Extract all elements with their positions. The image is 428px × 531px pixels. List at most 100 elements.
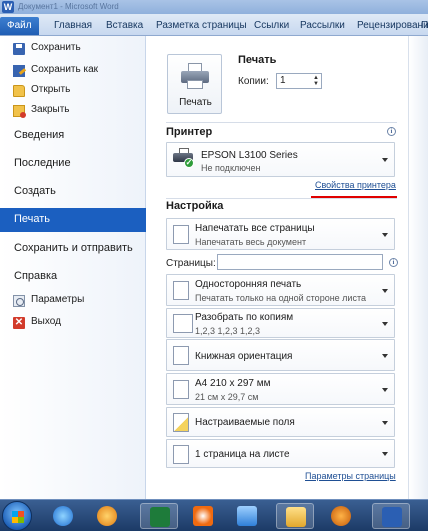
pages-stack-icon: [173, 225, 189, 244]
collate-label: Разобрать по копиям: [195, 312, 294, 323]
copies-label: Копии:: [238, 76, 269, 87]
close-label: Закрыть: [31, 104, 70, 115]
orientation-dropdown[interactable]: Книжная ориентация: [166, 339, 395, 371]
paper-size-dropdown[interactable]: A4 210 x 297 мм 21 см x 29,7 см: [166, 373, 395, 405]
collate-dropdown[interactable]: Разобрать по копиям 1,2,3 1,2,3 1,2,3: [166, 308, 395, 338]
fox-app-icon: [331, 506, 351, 526]
ie-icon: [53, 506, 73, 526]
chevron-down-icon: [382, 289, 388, 293]
copies-input[interactable]: 1 ▲ ▼: [276, 73, 322, 89]
margins-dropdown[interactable]: Настраиваемые поля: [166, 407, 395, 437]
nav-new[interactable]: Создать: [0, 180, 146, 204]
preview-edge: [408, 36, 428, 499]
media-center-icon: [193, 506, 213, 526]
tab-page-layout[interactable]: Разметка страницы: [156, 17, 247, 35]
print-button[interactable]: Печать: [167, 54, 222, 114]
collate-icon: [173, 314, 193, 333]
tab-home[interactable]: Главная: [54, 17, 92, 35]
options-command[interactable]: Параметры: [0, 292, 146, 310]
nav-info[interactable]: Сведения: [0, 124, 146, 148]
chevron-down-icon: [382, 158, 388, 162]
page-setup-link[interactable]: Параметры страницы: [305, 471, 396, 481]
divider: [166, 122, 397, 123]
divider: [166, 198, 397, 199]
nav-help[interactable]: Справка: [0, 265, 146, 289]
save-label: Сохранить: [31, 42, 81, 53]
print-range-label: Напечатать все страницы: [195, 223, 315, 234]
excel-icon: [150, 507, 170, 527]
tab-review[interactable]: Рецензирование: [357, 17, 428, 35]
taskbar-media-center[interactable]: [184, 503, 222, 529]
printer-heading: Принтер: [166, 126, 213, 138]
start-orb[interactable]: [2, 501, 32, 531]
save-as-command[interactable]: Сохранить как: [0, 62, 146, 80]
save-as-icon: [13, 65, 25, 77]
nav-recent[interactable]: Последние: [0, 152, 146, 176]
portrait-icon: [173, 346, 189, 365]
save-icon: [13, 43, 25, 55]
exit-command[interactable]: ✕ Выход: [0, 314, 146, 332]
tab-insert[interactable]: Вставка: [106, 17, 143, 35]
nav-new-label: Создать: [14, 185, 56, 197]
nav-save-send[interactable]: Сохранить и отправить: [0, 237, 146, 261]
exit-icon: ✕: [13, 317, 25, 329]
taskbar-word[interactable]: [372, 503, 410, 529]
pages-per-sheet-label: 1 страница на листе: [195, 449, 290, 460]
paper-size-desc: 21 см x 29,7 см: [195, 392, 259, 402]
window-title: Документ1 - Microsoft Word: [18, 2, 119, 11]
title-bar: W Документ1 - Microsoft Word: [0, 0, 428, 14]
options-label: Параметры: [31, 294, 85, 305]
word-app-icon[interactable]: W: [2, 1, 14, 13]
taskbar-media-player[interactable]: [88, 503, 126, 529]
taskbar-fox-app[interactable]: [322, 503, 360, 529]
taskbar-ie[interactable]: [44, 503, 82, 529]
taskbar-excel[interactable]: [140, 503, 178, 529]
paper-size-icon: [173, 380, 189, 399]
chevron-down-icon: [382, 354, 388, 358]
info-icon[interactable]: i: [389, 258, 398, 267]
save-as-label: Сохранить как: [31, 64, 99, 75]
pages-per-sheet-dropdown[interactable]: 1 страница на листе: [166, 439, 395, 468]
tab-more[interactable]: П: [421, 17, 428, 35]
backstage-nav: Сохранить Сохранить как Открыть Закрыть …: [0, 36, 157, 499]
pages-label: Страницы:: [166, 258, 216, 269]
ribbon-tabs: Файл Главная Вставка Разметка страницы С…: [0, 14, 428, 36]
save-command[interactable]: Сохранить: [0, 40, 146, 58]
chevron-down-icon: [382, 233, 388, 237]
tab-mailings[interactable]: Рассылки: [300, 17, 345, 35]
exit-label: Выход: [31, 316, 61, 327]
printer-status: Не подключен: [201, 163, 261, 173]
printer-properties-link[interactable]: Свойства принтера: [315, 180, 396, 190]
word-icon: [382, 507, 402, 527]
open-label: Открыть: [31, 84, 71, 95]
print-button-label: Печать: [179, 97, 212, 108]
printer-dropdown[interactable]: ✓ EPSON L3100 Series Не подключен: [166, 142, 395, 177]
sides-desc: Печатать только на одной стороне листа: [195, 293, 366, 303]
printer-icon: [181, 63, 209, 89]
nav-recent-label: Последние: [14, 157, 71, 169]
taskbar-folder[interactable]: [276, 503, 314, 529]
pages-input[interactable]: [217, 254, 383, 270]
open-command[interactable]: Открыть: [0, 82, 146, 100]
nav-info-label: Сведения: [14, 129, 65, 141]
printer-name: EPSON L3100 Series: [201, 150, 298, 161]
print-heading: Печать: [238, 54, 277, 66]
close-document-icon: [13, 105, 26, 118]
nav-print[interactable]: Печать: [0, 208, 157, 232]
copies-down-icon[interactable]: ▼: [312, 81, 320, 87]
nav-print-label: Печать: [14, 213, 51, 225]
one-sided-icon: [173, 281, 189, 300]
info-icon[interactable]: i: [387, 127, 396, 136]
paper-size-label: A4 210 x 297 мм: [195, 378, 271, 389]
close-command[interactable]: Закрыть: [0, 102, 146, 120]
chevron-down-icon: [382, 388, 388, 392]
folder-icon: [286, 507, 306, 527]
sides-dropdown[interactable]: Односторонняя печать Печатать только на …: [166, 274, 395, 306]
chevron-down-icon: [382, 452, 388, 456]
media-player-icon: [97, 506, 117, 526]
print-range-dropdown[interactable]: Напечатать все страницы Напечатать весь …: [166, 218, 395, 250]
chevron-down-icon: [382, 322, 388, 326]
tab-references[interactable]: Ссылки: [254, 17, 289, 35]
tab-file[interactable]: Файл: [0, 17, 39, 35]
taskbar-explorer[interactable]: [228, 503, 266, 529]
